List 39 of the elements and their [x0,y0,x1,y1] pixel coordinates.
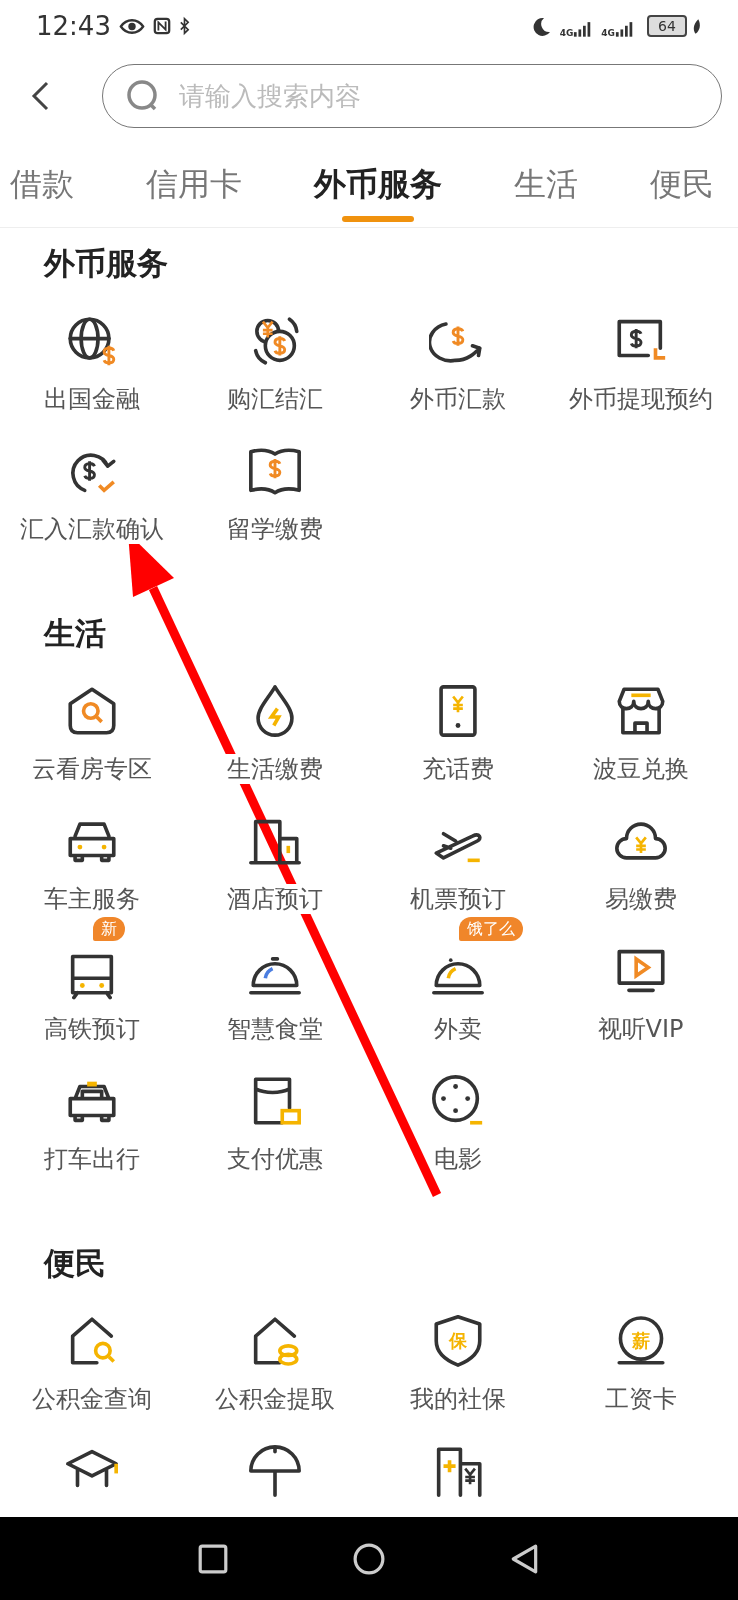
section-title: 生活 [42,614,107,653]
nfc-icon [152,17,171,35]
service-label[interactable]: 生活缴费 [224,754,325,784]
search-field[interactable]: 请输入搜索内容 [177,75,699,117]
network-type-label: 4G [601,28,615,38]
moon-icon [531,16,552,36]
service-label[interactable]: 电影 [431,1144,484,1174]
network-type-label: 4G [559,28,574,38]
home-button[interactable] [353,1542,385,1575]
category-tab[interactable]: 借款 [10,140,74,228]
service-label[interactable]: 打车出行 [41,1144,142,1174]
service-label[interactable]: 易缴费 [602,884,679,914]
service-label[interactable]: 支付优惠 [224,1144,325,1174]
service-label[interactable]: 机票预订 [407,884,508,914]
category-tab[interactable]: 外币服务 [314,140,442,228]
service-label[interactable]: 公积金提取 [212,1384,337,1414]
service-label[interactable]: 酒店预订 [224,884,325,914]
service-label[interactable]: 波豆兑换 [590,754,691,784]
service-label[interactable]: 我的社保 [407,1384,508,1414]
service-label[interactable]: 外卖 [431,1014,484,1044]
category-tab[interactable]: 信用卡 [146,140,242,228]
service-label[interactable]: 外币提现预约 [566,384,715,414]
category-tab[interactable]: 生活 [514,140,578,228]
service-label[interactable]: 车主服务 [41,884,142,914]
service-label[interactable]: 工资卡 [602,1384,679,1414]
chevron-left-icon[interactable] [30,81,50,111]
service-label[interactable]: 汇入汇款确认 [17,514,166,544]
badge-label: 新 [92,917,125,941]
category-tab[interactable]: 便民 [650,140,714,228]
section-title: 便民 [42,1244,107,1283]
battery-icon: 64 [647,15,687,37]
clock-time: 12:43 [36,9,111,43]
service-label[interactable]: 购汇结汇 [224,384,325,414]
eye-icon [118,17,145,35]
bluetooth-icon [178,16,190,36]
section-title: 外币服务 [42,244,169,283]
service-label[interactable]: 外币汇款 [407,384,508,414]
badge-label: 饿了么 [458,917,523,941]
recent-apps-button[interactable] [197,1542,229,1575]
